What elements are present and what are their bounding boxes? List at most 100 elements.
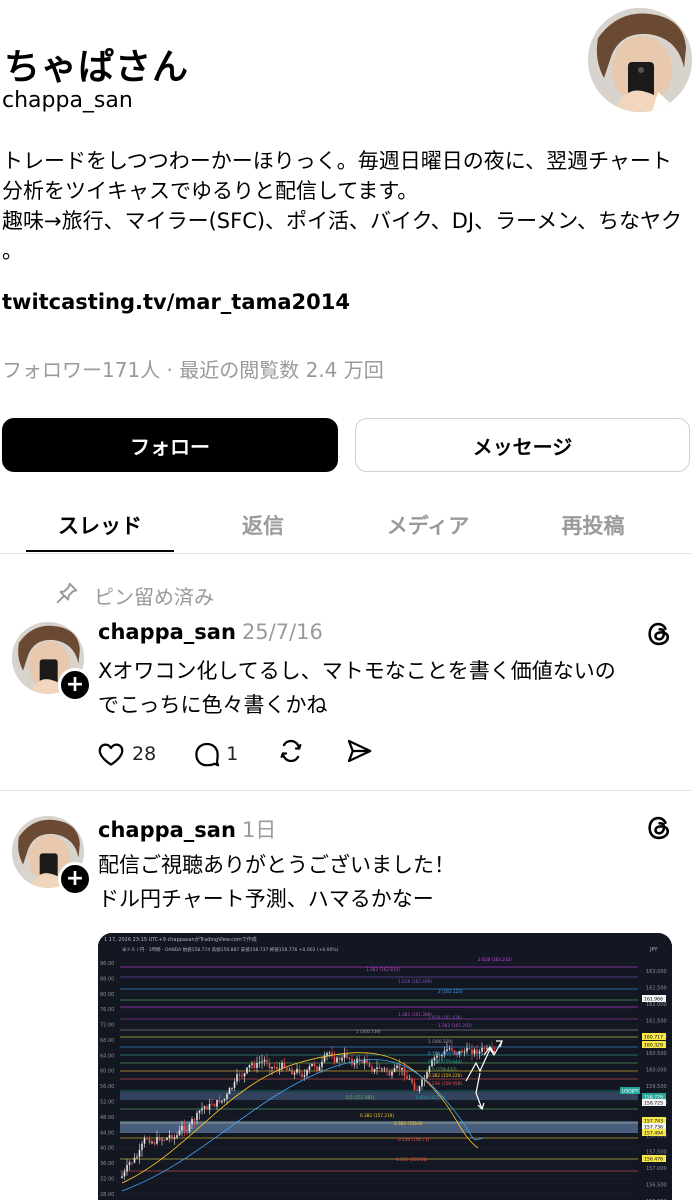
candle-body <box>186 1130 188 1132</box>
right-axis-tick: 163.000 <box>646 969 667 975</box>
candle-body <box>203 1106 206 1109</box>
profile-stats[interactable]: フォロワー171人 · 最近の閲覧数 2.4 万回 <box>2 354 384 383</box>
candle-body <box>463 1051 466 1053</box>
like-button[interactable]: 28 <box>96 739 156 769</box>
candle-body <box>331 1052 333 1057</box>
fib-label: 0.236 (158.958) <box>428 1081 462 1086</box>
fib-label: 1 (160.739) <box>356 1029 381 1034</box>
follow-button[interactable]: フォロー <box>2 418 338 472</box>
candle-body <box>396 1065 398 1069</box>
candle-body <box>381 1068 383 1070</box>
candle-body <box>153 1142 156 1144</box>
candle-body <box>253 1063 256 1068</box>
candle-body <box>268 1062 271 1069</box>
candle-body <box>126 1164 128 1172</box>
candle-body <box>183 1126 186 1131</box>
chart-header-text: 1 17, 2026 23:15 UTC+9 chappasanがTrading… <box>104 936 257 943</box>
tab-reposts[interactable]: 再投稿 <box>518 510 668 540</box>
candle-body <box>346 1054 348 1058</box>
profile-link[interactable]: twitcasting.tv/mar_tama2014 <box>2 290 350 314</box>
candle-body <box>338 1057 341 1061</box>
price-tag-label: USDJPY <box>622 1089 639 1095</box>
message-button[interactable]: メッセージ <box>355 418 690 472</box>
left-axis-tick: 68.00 <box>100 1038 114 1044</box>
left-axis-tick: 96.00 <box>100 961 114 967</box>
candle-body <box>393 1068 396 1072</box>
fib-label: 0.236 (156.71) <box>398 1137 430 1142</box>
reply-button[interactable]: 1 <box>192 739 238 769</box>
candle-body <box>303 1075 306 1077</box>
repost-icon <box>280 739 302 763</box>
fib-label: 1.382 (162.814) <box>366 967 400 972</box>
post-header: chappa_san 25/7/16 <box>98 620 323 644</box>
candle-body <box>273 1066 276 1068</box>
pin-icon <box>54 580 80 611</box>
candle-body <box>398 1065 401 1070</box>
left-axis-tick: 32.00 <box>100 1176 114 1182</box>
fib-label: 0.764 (159.906) <box>428 1051 462 1056</box>
post-chart-image[interactable]: 1 17, 2026 23:15 UTC+9 chappasanがTrading… <box>98 933 672 1200</box>
price-tag-label: 157.494 <box>644 1131 663 1137</box>
left-axis-tick: 60.00 <box>100 1069 114 1075</box>
profile-bio: トレードをしつつわーかーほりっく。毎週日曜日の夜に、翌週チャート分析をツイキャス… <box>2 146 692 266</box>
zone-band <box>120 1092 638 1100</box>
candle-body <box>383 1068 386 1070</box>
post-username[interactable]: chappa_san <box>98 620 236 644</box>
candle-body <box>121 1176 123 1178</box>
fib-label: 0.382 (157.219) <box>360 1113 394 1118</box>
candle-body <box>353 1062 356 1065</box>
profile-handle: chappa_san <box>2 88 133 113</box>
candle-body <box>376 1067 378 1069</box>
tab-threads[interactable]: スレッド <box>25 510 175 540</box>
candle-body <box>403 1067 406 1076</box>
fib-label: 0.236 (156.01) <box>396 1157 428 1162</box>
fib-label: 0.5 (159.432) <box>428 1067 457 1072</box>
candle-body <box>448 1048 451 1050</box>
follow-plus-button[interactable]: + <box>58 668 92 702</box>
candle-body <box>141 1143 143 1150</box>
candle-body <box>308 1066 311 1070</box>
candle-body <box>196 1112 198 1121</box>
candle-body <box>316 1066 318 1071</box>
candle-body <box>193 1119 196 1121</box>
fib-label: 1 (160.329) <box>428 1039 453 1044</box>
candle-body <box>358 1058 361 1062</box>
left-axis-tick: 44.00 <box>100 1130 114 1136</box>
candle-body <box>333 1056 336 1063</box>
candle-body <box>296 1068 298 1073</box>
candle-body <box>246 1067 248 1074</box>
candle-body <box>266 1059 268 1063</box>
candle-body <box>473 1049 476 1055</box>
post-text-line: でこっちに色々書くかね <box>98 693 328 717</box>
candle-body <box>258 1062 261 1064</box>
candle-body <box>368 1062 371 1067</box>
candle-body <box>326 1053 328 1056</box>
profile-display-name: ちゃぱさん <box>4 47 190 88</box>
tab-media[interactable]: メディア <box>353 510 503 540</box>
zone-band <box>120 1121 638 1133</box>
price-tag-label: 160.329 <box>644 1043 663 1049</box>
price-tag-label: 158.725 <box>644 1101 663 1107</box>
right-axis-tick: 160.000 <box>646 1068 667 1074</box>
post-username[interactable]: chappa_san <box>98 818 236 842</box>
bio-line: トレードをしつつわーかーほりっく。毎週日曜日の夜に、翌週チャート分析をツイキャス… <box>2 149 672 203</box>
follow-plus-button[interactable]: + <box>58 862 92 896</box>
heart-icon <box>98 743 124 766</box>
candle-body <box>178 1130 181 1136</box>
profile-avatar[interactable] <box>588 8 692 112</box>
share-button[interactable] <box>344 736 374 771</box>
candle-body <box>211 1103 213 1105</box>
candle-body <box>418 1086 421 1091</box>
bio-line: 趣味→旅行、マイラー(SFC)、ポイ活、バイク、DJ、ラーメン、ちなヤク 。 <box>2 209 683 263</box>
right-axis-tick: 162.500 <box>646 985 667 991</box>
repost-button[interactable] <box>276 736 306 771</box>
right-axis-tick: 157.000 <box>646 1166 667 1172</box>
candle-body <box>286 1067 288 1070</box>
candle-body <box>198 1110 201 1113</box>
candle-body <box>421 1079 423 1087</box>
threads-logo-icon <box>645 814 673 846</box>
candle-body <box>226 1094 228 1099</box>
tab-replies[interactable]: 返信 <box>188 510 338 540</box>
tab-divider <box>0 553 692 554</box>
candle-body <box>236 1074 238 1082</box>
